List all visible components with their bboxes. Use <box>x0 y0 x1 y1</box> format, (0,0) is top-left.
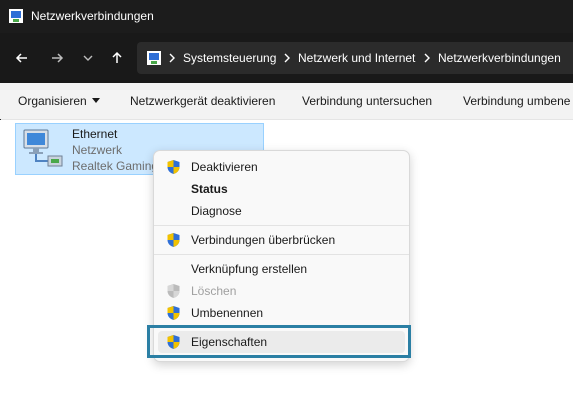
breadcrumb-systemsteuerung[interactable]: Systemsteuerung <box>183 51 276 65</box>
network-connections-icon <box>8 8 24 24</box>
arrow-right-icon[interactable] <box>46 47 68 69</box>
uac-shield-icon <box>166 159 181 175</box>
uac-shield-icon <box>166 283 181 299</box>
breadcrumb-netzwerk-und-internet[interactable]: Netzwerk und Internet <box>298 51 415 65</box>
menu-item-loeschen: Löschen <box>158 280 405 302</box>
title-bar: Netzwerkverbindungen <box>0 0 573 33</box>
arrow-up-icon[interactable] <box>106 47 128 69</box>
diagnose-connection-button[interactable]: Verbindung untersuchen <box>302 94 432 108</box>
connection-name: Ethernet <box>72 127 118 141</box>
menu-item-label: Umbenennen <box>191 306 264 320</box>
disable-device-button[interactable]: Netzwerkgerät deaktivieren <box>130 94 275 108</box>
arrow-left-icon[interactable] <box>11 47 33 69</box>
menu-item-status[interactable]: Status <box>158 178 405 200</box>
control-panel-icon <box>146 50 162 66</box>
menu-item-diagnose[interactable]: Diagnose <box>158 200 405 222</box>
breadcrumb-netzwerkverbindungen[interactable]: Netzwerkverbindungen <box>438 51 561 65</box>
window-title: Netzwerkverbindungen <box>31 9 154 23</box>
chevron-right-icon <box>284 53 290 63</box>
menu-item-umbenennen[interactable]: Umbenennen <box>158 302 405 324</box>
connection-adapter: Realtek Gaming <box>72 159 158 173</box>
menu-item-label: Löschen <box>191 284 237 298</box>
connection-network: Netzwerk <box>72 143 123 157</box>
menu-item-label: Diagnose <box>191 204 242 218</box>
chevron-down-icon[interactable] <box>77 47 99 69</box>
menu-item-deaktivieren[interactable]: Deaktivieren <box>158 156 405 178</box>
menu-item-verknuepfung-erstellen[interactable]: Verknüpfung erstellen <box>158 258 405 280</box>
menu-divider <box>154 225 409 226</box>
chevron-right-icon <box>169 53 175 63</box>
navigation-bar: Systemsteuerung Netzwerk und Internet Ne… <box>0 33 573 83</box>
uac-shield-icon <box>166 305 181 321</box>
menu-item-label: Deaktivieren <box>191 160 258 174</box>
rename-connection-button[interactable]: Verbindung umbene <box>463 94 570 108</box>
menu-divider <box>154 254 409 255</box>
address-bar[interactable]: Systemsteuerung Netzwerk und Internet Ne… <box>137 42 573 74</box>
command-bar: Organisieren Netzwerkgerät deaktivieren … <box>0 83 573 120</box>
menu-item-verbindungen-ueberbruecken[interactable]: Verbindungen überbrücken <box>158 229 405 251</box>
highlight-box <box>147 325 411 358</box>
uac-shield-icon <box>166 232 181 248</box>
chevron-down-icon[interactable] <box>92 98 100 104</box>
chevron-right-icon <box>424 53 430 63</box>
ethernet-adapter-icon <box>20 127 66 171</box>
menu-item-label: Verknüpfung erstellen <box>191 262 308 276</box>
menu-item-label: Status <box>191 182 228 196</box>
organize-button[interactable]: Organisieren <box>18 94 87 108</box>
menu-item-label: Verbindungen überbrücken <box>191 233 336 247</box>
